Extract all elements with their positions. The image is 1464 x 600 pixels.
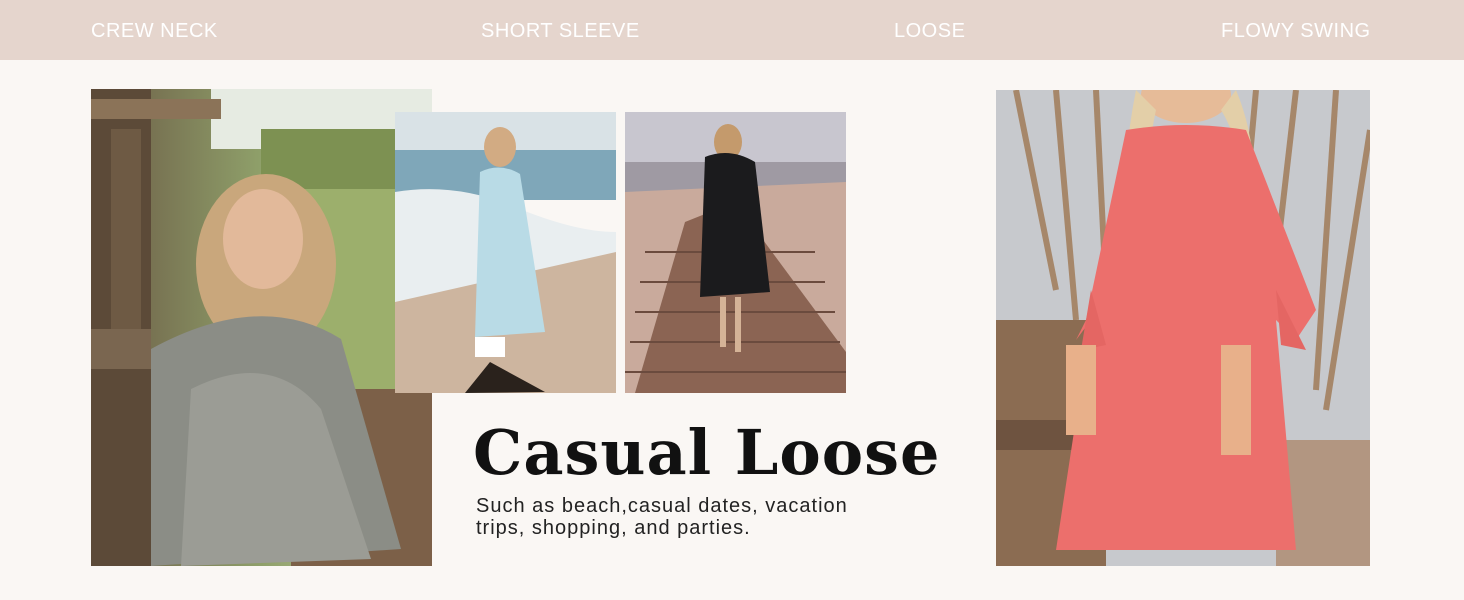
- subline: Such as beach,casual dates, vacation tri…: [476, 495, 848, 539]
- photo-beach-model: [395, 112, 616, 393]
- photo-gray-dress-model: [91, 89, 432, 566]
- feature-loose: LOOSE: [894, 20, 966, 42]
- photo-boardwalk-model: [625, 112, 846, 393]
- feature-crew-neck: CREW NECK: [91, 20, 218, 42]
- photo-coral-dress-model: [996, 90, 1370, 566]
- feature-bar: CREW NECK SHORT SLEEVE LOOSE FLOWY SWING: [0, 0, 1464, 60]
- feature-short-sleeve: SHORT SLEEVE: [481, 20, 640, 42]
- feature-flowy-swing: FLOWY SWING: [1221, 20, 1371, 42]
- product-banner: CREW NECK SHORT SLEEVE LOOSE FLOWY SWING: [0, 0, 1464, 600]
- headline: Casual Loose: [473, 416, 941, 489]
